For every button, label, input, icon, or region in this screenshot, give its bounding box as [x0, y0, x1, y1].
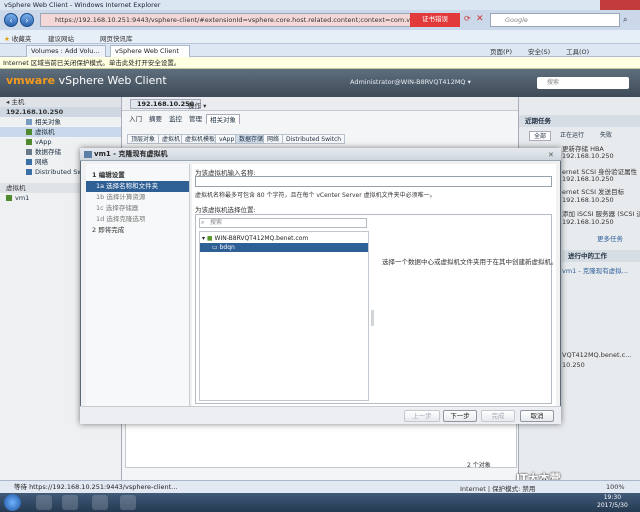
panel-splitter[interactable] [371, 310, 374, 326]
task-tab-failed[interactable]: 失败 [596, 131, 616, 141]
actions-menu[interactable]: 操作 ▾ [188, 100, 206, 110]
web-slice-link[interactable]: 网页快讯库 [100, 33, 133, 43]
search-icon[interactable]: ⌕ [623, 14, 635, 26]
browser-title: vSphere Web Client - Windows Internet Ex… [4, 1, 161, 9]
sidebar-item-vapp[interactable]: vApp [0, 137, 121, 147]
sidebar-item-vms[interactable]: 虚拟机 [0, 127, 121, 137]
tab-volumes[interactable]: Volumes : Add Volume [26, 45, 106, 57]
zoom-level[interactable]: 100% [606, 483, 625, 491]
browser-status-bar: 等待 https://192.168.10.251:9443/vsphere-c… [0, 480, 640, 493]
navigator-header[interactable]: ◂ 主机 [0, 97, 121, 107]
dialog-close-icon[interactable]: ✕ [548, 151, 554, 159]
folder-tree: ▾ ■ WIN-B8RVQT412MQ.benet.com ▭ bdqn [199, 231, 369, 401]
vm-icon [84, 151, 92, 158]
step-clone-options[interactable]: 1d 选择克隆选项 [86, 214, 189, 225]
finish-button[interactable]: 完成 [481, 410, 515, 422]
back-button[interactable]: ‹ [4, 13, 18, 27]
user-menu[interactable]: Administrator@WIN-B8RVQT412MQ ▾ [350, 78, 471, 86]
sidebar-item-related[interactable]: 相关对象 [0, 117, 121, 127]
browser-search-input[interactable]: Google [490, 13, 620, 27]
address-input[interactable]: https://192.168.10.251:9443/vsphere-clie… [40, 13, 460, 27]
location-hint: 选择一个数据中心或虚拟机文件夹用于在其中创建新虚拟机。 [382, 258, 558, 266]
vsphere-logo: vmware vSphere Web Client [6, 74, 167, 87]
stop-icon[interactable]: ✕ [476, 14, 486, 24]
subtab-vm-templates[interactable]: 虚拟机模板 [181, 134, 220, 144]
step-storage[interactable]: 1c 选择存储器 [86, 203, 189, 214]
info-bar[interactable]: Internet 区域当前已关闭保护模式。单击此处打开安全设置。 [0, 57, 640, 69]
favorites-bar [0, 30, 640, 44]
vm-icon [26, 129, 32, 135]
tab-manage[interactable]: 管理 [186, 114, 205, 124]
tab-related-objects[interactable]: 相关对象 [206, 114, 240, 124]
task-tab-all[interactable]: 全部 [529, 131, 552, 141]
favorites-button[interactable]: ★ 收藏夹 [4, 33, 31, 43]
security-zone[interactable]: Internet | 保护模式: 禁用 [460, 483, 535, 493]
vsphere-search-input[interactable]: 搜索 [537, 77, 629, 89]
vapp-icon [26, 139, 32, 145]
browser-title-bar: vSphere Web Client - Windows Internet Ex… [0, 0, 640, 10]
items-count: 2 个对象 [467, 462, 491, 469]
network-icon [26, 159, 32, 165]
tab-getting-started[interactable]: 入门 [126, 114, 145, 124]
step-name-folder[interactable]: 1a 选择名称和文件夹 [86, 181, 189, 192]
more-tasks-link[interactable]: 更多任务 [597, 233, 623, 243]
alarm-row: VQT412MQ.benet.c... [562, 351, 632, 359]
objects-table [125, 420, 517, 468]
page-menu[interactable]: 页面(P) [490, 46, 512, 56]
safety-menu[interactable]: 安全(S) [528, 46, 550, 56]
task-row: 192.168.10.250 [562, 218, 614, 226]
folder-icon: ▭ [212, 244, 218, 251]
task-row: 192.168.10.250 [562, 196, 614, 204]
tree-node-datacenter[interactable]: ▾ ■ WIN-B8RVQT412MQ.benet.com [200, 234, 368, 243]
star-icon: ★ [4, 35, 10, 43]
tray-clock[interactable]: 19:30 2017/5/30 [597, 494, 628, 510]
explorer-taskbar-icon[interactable] [62, 495, 78, 510]
alarm-row: 10.250 [562, 361, 585, 369]
cancel-button[interactable]: 取消 [520, 410, 554, 422]
tree-node-folder[interactable]: ▭ bdqn [200, 243, 368, 252]
datastore-icon [26, 149, 32, 155]
app-taskbar-icon[interactable] [92, 495, 108, 510]
dialog-title: vm1 - 克隆现有虚拟机 [80, 148, 561, 161]
recent-tasks-header[interactable]: 近期任务 [519, 115, 640, 127]
next-step-button[interactable]: 下一步 [443, 410, 477, 422]
work-in-progress-header[interactable]: 进行中的工作 [562, 250, 640, 262]
tools-menu[interactable]: 工具(O) [566, 46, 589, 56]
app-taskbar-icon[interactable] [120, 495, 136, 510]
switch-icon [26, 169, 32, 175]
name-hint: 虚拟机名称最多可包含 80 个字符，且在每个 vCenter Server 虚拟… [195, 192, 436, 199]
step-compute-resource[interactable]: 1b 选择计算资源 [86, 192, 189, 203]
suggested-sites-link[interactable]: 建议网站 [48, 33, 74, 43]
forward-button[interactable]: › [20, 13, 34, 27]
step-edit-settings[interactable]: 1 编辑设置 [86, 170, 189, 181]
task-row: 添加 iSCSI 服务器 (SCSI 适配器) [562, 210, 640, 218]
subtab-top-objects[interactable]: 顶层对象 [127, 134, 160, 144]
refresh-icon[interactable]: ⟳ [464, 15, 472, 23]
vm-icon [6, 195, 12, 201]
subtab-networks[interactable]: 网络 [263, 134, 284, 144]
tab-monitor[interactable]: 监控 [166, 114, 185, 124]
folder-search-input[interactable]: 搜索 [199, 218, 367, 228]
wizard-steps: 1 编辑设置 1a 选择名称和文件夹 1b 选择计算资源 1c 选择存储器 1d… [86, 164, 190, 406]
datacenter-icon: ■ [206, 235, 213, 242]
location-label: 为该虚拟机选择位置: [195, 206, 256, 214]
window-close-button[interactable] [600, 0, 640, 10]
cert-error-badge[interactable]: 证书错误 [410, 13, 460, 27]
back-step-button[interactable]: 上一步 [404, 410, 440, 422]
tab-summary[interactable]: 摘要 [146, 114, 165, 124]
search-icon: ⌕ [201, 219, 205, 226]
step-ready-complete[interactable]: 2 即将完成 [86, 225, 189, 236]
task-row: 192.168.10.250 [562, 152, 614, 160]
tab-vsphere[interactable]: vSphere Web Client [110, 45, 190, 57]
task-row: ernet SCSI 发送目标 [562, 188, 625, 196]
task-tab-running[interactable]: 正在运行 [556, 131, 588, 141]
ie-taskbar-icon[interactable] [36, 495, 52, 510]
start-button[interactable] [4, 494, 21, 511]
related-icon [26, 119, 32, 125]
subtab-dswitch[interactable]: Distributed Switch [282, 134, 346, 144]
work-item[interactable]: vm1 - 克隆现有虚拟... [562, 265, 628, 275]
task-row: 192.168.10.250 [562, 175, 614, 183]
navigator-host[interactable]: 192.168.10.250 [0, 107, 121, 117]
vm-name-input[interactable] [195, 176, 552, 187]
